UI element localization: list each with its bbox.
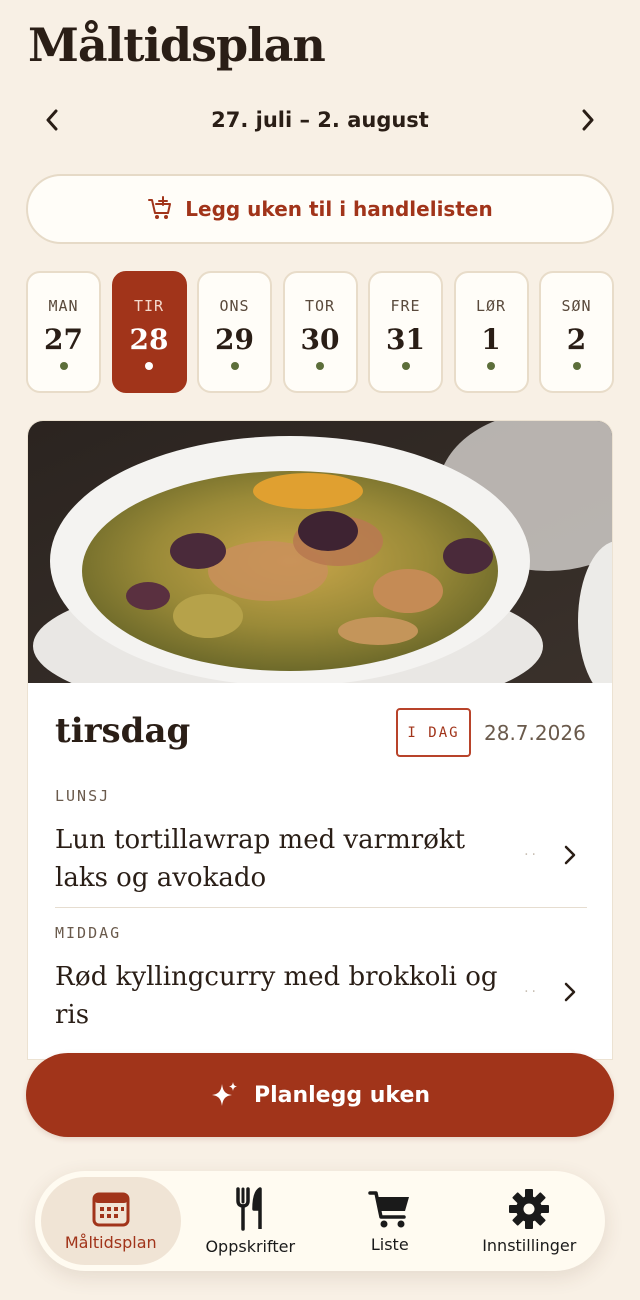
cart-plus-icon: [148, 196, 172, 219]
day-date: 28: [129, 323, 169, 356]
sparkles-icon: [211, 1082, 237, 1106]
meal-row-dinner[interactable]: Rød kyllingcurry med brokkoli og ris ··: [55, 958, 587, 1034]
today-badge: I DAG: [396, 708, 471, 757]
day-date: 30: [300, 323, 340, 356]
week-navigator: 27. juli – 2. august: [28, 96, 612, 144]
meal-title: Lun tortillawrap med varmrøkt laks og av…: [55, 825, 466, 893]
gear-icon: [509, 1188, 550, 1229]
day-detail-card: tirsdag I DAG 28.7.2026 LUNSJ Lun tortil…: [27, 420, 613, 1060]
day-date: 31: [386, 323, 425, 356]
day-friday[interactable]: FRE 31: [368, 271, 443, 393]
next-week-button[interactable]: [564, 96, 612, 144]
day-saturday[interactable]: LØR 1: [453, 271, 529, 393]
day-name: TIR: [133, 297, 165, 315]
day-date: 29: [215, 323, 254, 356]
day-date: 2: [566, 323, 587, 356]
planned-indicator: [316, 362, 324, 370]
plan-week-label: Planlegg uken: [253, 1082, 431, 1108]
chevron-left-icon: [46, 109, 58, 131]
meal-divider: [55, 907, 587, 908]
calendar-icon: [92, 1192, 130, 1226]
day-name: FRE: [390, 297, 421, 315]
tab-label: Innstillinger: [482, 1235, 577, 1255]
meal-photo: [28, 421, 612, 683]
cart-icon: [368, 1190, 409, 1227]
add-week-to-shopping-list-button[interactable]: Legg uken til i handlelisten: [26, 174, 614, 244]
selected-day-date: 28.7.2026: [484, 721, 586, 745]
planned-indicator: [145, 362, 153, 370]
planned-indicator: [59, 362, 68, 370]
chevron-right-icon: [564, 845, 576, 865]
plan-week-button[interactable]: Planlegg uken: [26, 1053, 614, 1137]
planned-indicator: [572, 362, 581, 370]
meal-type-label: MIDDAG: [55, 924, 122, 942]
meal-type-label: LUNSJ: [55, 787, 111, 805]
page-title: Måltidsplan: [28, 18, 326, 72]
previous-week-button[interactable]: [28, 96, 76, 144]
selected-day-heading: tirsdag: [55, 711, 191, 751]
bottom-tab-bar: Måltidsplan Oppskrifter Liste Innstillin…: [35, 1171, 605, 1271]
tab-label: Liste: [370, 1234, 409, 1254]
day-tuesday[interactable]: TIR 28: [111, 271, 187, 393]
week-range-label: 27. juli – 2. august: [211, 108, 429, 132]
tab-meal-plan[interactable]: Måltidsplan: [41, 1177, 181, 1265]
chevron-right-icon: [564, 982, 576, 1002]
day-selector: MAN 27 TIR 28 ONS 29 TOR 30 FRE 31 LØR 1…: [26, 271, 614, 393]
planned-indicator: [487, 362, 495, 370]
chevron-right-icon: [582, 109, 594, 131]
drag-handle-icon: ··: [524, 984, 539, 1000]
tab-recipes[interactable]: Oppskrifter: [181, 1177, 321, 1265]
tab-list[interactable]: Liste: [320, 1177, 460, 1265]
day-name: MAN: [48, 297, 79, 315]
day-name: ONS: [219, 297, 250, 315]
day-name: TOR: [304, 297, 336, 315]
day-sunday[interactable]: SØN 2: [539, 271, 614, 393]
drag-handle-icon: ··: [524, 847, 539, 863]
planned-indicator: [230, 362, 239, 370]
day-date: 27: [44, 323, 83, 356]
meal-row-lunch[interactable]: Lun tortillawrap med varmrøkt laks og av…: [55, 821, 587, 897]
planned-indicator: [401, 362, 410, 370]
day-date: 1: [481, 323, 501, 356]
day-monday[interactable]: MAN 27: [26, 271, 101, 393]
day-thursday[interactable]: TOR 30: [282, 271, 358, 393]
fork-knife-icon: [236, 1186, 262, 1231]
tab-label: Oppskrifter: [205, 1236, 296, 1256]
day-name: SØN: [561, 297, 592, 315]
day-name: LØR: [475, 297, 507, 315]
tab-settings[interactable]: Innstillinger: [460, 1177, 600, 1265]
meal-title: Rød kyllingcurry med brokkoli og ris: [55, 962, 498, 1030]
tab-label: Måltidsplan: [64, 1232, 157, 1252]
add-week-label: Legg uken til i handlelisten: [185, 197, 493, 221]
day-wednesday[interactable]: ONS 29: [197, 271, 272, 393]
